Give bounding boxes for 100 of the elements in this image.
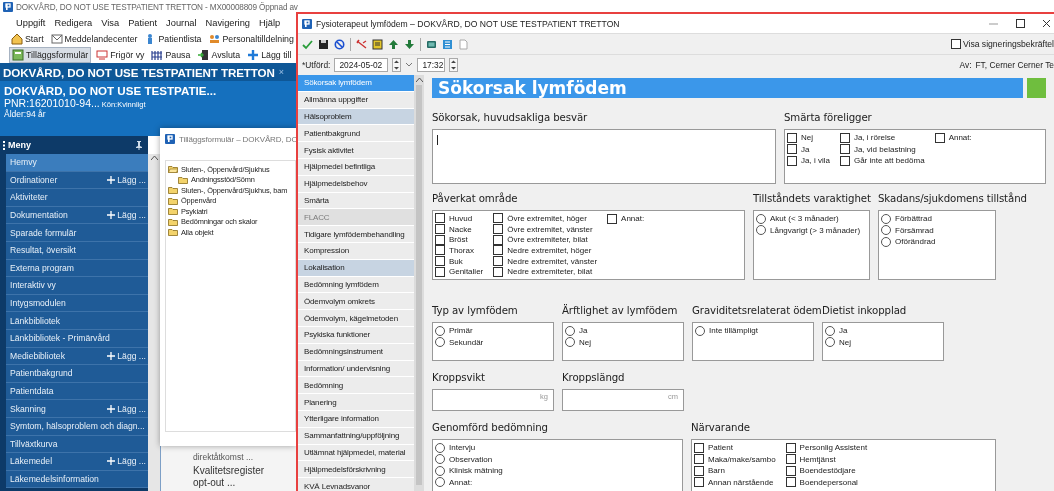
checkbox[interactable] <box>493 234 504 245</box>
checkbox[interactable] <box>785 465 796 476</box>
toolbar-button[interactable]: Avsluta <box>195 48 243 62</box>
toolbar-button[interactable]: Patientlista <box>142 32 204 46</box>
checkbox[interactable] <box>493 256 504 266</box>
scroll-up-icon[interactable] <box>415 78 423 82</box>
checkbox[interactable] <box>934 132 945 143</box>
radio-button[interactable] <box>435 465 445 476</box>
radio-button[interactable] <box>881 236 891 247</box>
add-link[interactable]: Lägg ... <box>107 456 146 467</box>
radio-button[interactable] <box>435 442 445 453</box>
sidebar-item[interactable]: Interaktiv vy <box>6 277 148 295</box>
add-link[interactable]: Lägg ... <box>107 350 146 361</box>
save-icon[interactable] <box>318 38 329 50</box>
checkbox[interactable] <box>839 155 850 166</box>
menu-item[interactable]: Navigering <box>205 17 251 28</box>
checkbox[interactable] <box>435 224 445 234</box>
monitor-icon[interactable] <box>426 38 437 50</box>
toolbar-button[interactable]: Lägg till <box>245 48 294 62</box>
checkbox[interactable] <box>694 477 704 488</box>
checkbox[interactable] <box>493 224 504 234</box>
toolbar-button[interactable]: Frigör vy <box>94 48 147 62</box>
patient-tab[interactable]: DOKVÅRD, DO NOT USE TESTPATIENT TRETTON <box>3 65 275 79</box>
add-link[interactable]: Lägg ... <box>107 210 146 221</box>
menu-item[interactable]: Redigera <box>54 17 93 28</box>
sidebar-item[interactable]: Hemvy <box>6 154 148 172</box>
spin-button-icon[interactable] <box>392 58 402 72</box>
down-arrow-icon[interactable] <box>404 38 415 50</box>
checkbox[interactable] <box>787 144 797 155</box>
menu-item[interactable]: Hjälp <box>259 17 281 28</box>
radio-button[interactable] <box>435 454 445 465</box>
checkbox[interactable] <box>787 155 797 166</box>
signing-checkbox[interactable]: Visa signeringsbekräftel <box>950 39 1054 49</box>
checkbox[interactable] <box>785 454 796 465</box>
checkbox[interactable] <box>694 454 704 465</box>
checkbox[interactable] <box>493 213 504 224</box>
checkmark-icon[interactable] <box>302 38 313 50</box>
radio-button[interactable] <box>695 325 705 336</box>
toolbar-button[interactable]: Pausa <box>149 48 193 62</box>
link-text[interactable]: direktåtkomst ... <box>193 452 300 463</box>
scrollbar[interactable] <box>414 75 424 491</box>
list-icon[interactable] <box>442 38 453 50</box>
add-link[interactable]: Lägg ... <box>107 403 146 414</box>
checkbox[interactable] <box>493 245 504 256</box>
checkbox[interactable] <box>435 234 445 245</box>
scrollbar[interactable] <box>148 154 160 491</box>
toolbar-button[interactable]: Start <box>9 32 46 46</box>
menu-item[interactable]: Visa <box>101 17 120 28</box>
up-arrow-icon[interactable] <box>388 38 399 50</box>
radio-button[interactable] <box>881 225 891 236</box>
tool-icon[interactable] <box>356 38 367 50</box>
checkbox[interactable] <box>785 442 796 453</box>
chevron-down-icon[interactable] <box>405 62 414 68</box>
sidebar-item[interactable]: Läkemedel Lägg ... <box>6 453 148 471</box>
link-text[interactable]: Kvalitetsregister opt-out ... <box>193 465 273 489</box>
cancel-icon[interactable] <box>334 38 345 50</box>
checkbox[interactable] <box>839 144 850 155</box>
time-field[interactable]: 17:32 <box>417 58 446 72</box>
checkbox[interactable] <box>493 266 504 277</box>
checkbox[interactable] <box>694 442 704 453</box>
checkbox[interactable] <box>787 132 797 143</box>
radio-button[interactable] <box>435 477 445 488</box>
checkbox[interactable] <box>607 213 618 224</box>
radio-button[interactable] <box>565 325 575 336</box>
menu-item[interactable]: Uppgift <box>16 17 46 28</box>
toolbar-button[interactable]: Personaltilldelning <box>206 32 296 46</box>
menu-item[interactable]: Journal <box>166 17 197 28</box>
text-area[interactable] <box>432 129 776 184</box>
sidebar-item[interactable]: Patientbakgrund <box>6 365 148 383</box>
radio-button[interactable] <box>825 337 835 348</box>
menu-item[interactable]: Patient <box>128 17 158 28</box>
sidebar-item[interactable]: Aktiviteter <box>6 189 148 207</box>
checkbox[interactable] <box>435 245 445 256</box>
radio-button[interactable] <box>565 337 575 348</box>
checkbox[interactable] <box>839 132 850 143</box>
radio-button[interactable] <box>756 225 766 236</box>
sidebar-item[interactable]: Skanning Lägg ... <box>6 400 148 418</box>
radio-button[interactable] <box>435 325 445 336</box>
radio-button[interactable] <box>881 213 891 224</box>
maximize-icon[interactable] <box>1016 19 1025 28</box>
checkbox[interactable] <box>435 266 445 277</box>
radio-button[interactable] <box>825 325 835 336</box>
checkbox[interactable] <box>694 465 704 476</box>
scroll-up-icon[interactable] <box>150 156 158 160</box>
checkbox[interactable] <box>435 256 445 266</box>
note-icon[interactable] <box>372 38 383 50</box>
checkbox[interactable] <box>435 213 445 224</box>
radio-button[interactable] <box>756 213 766 224</box>
toolbar-button[interactable]: Tilläggsformulär <box>9 47 92 63</box>
close-icon[interactable] <box>1043 19 1050 28</box>
close-tab-button[interactable]: × <box>278 67 285 77</box>
date-field[interactable]: 2024-05-02 <box>334 58 389 72</box>
sidebar-item[interactable]: Sparade formulär <box>6 224 148 242</box>
sidebar-item[interactable]: Länkbibliotek <box>6 312 148 330</box>
add-link[interactable]: Lägg ... <box>107 174 146 185</box>
spin-button-icon[interactable] <box>449 58 459 72</box>
toolbar-button[interactable]: Meddelandecenter <box>48 32 140 46</box>
radio-button[interactable] <box>435 337 445 348</box>
pin-icon[interactable] <box>136 140 142 150</box>
checkbox[interactable] <box>785 477 796 488</box>
